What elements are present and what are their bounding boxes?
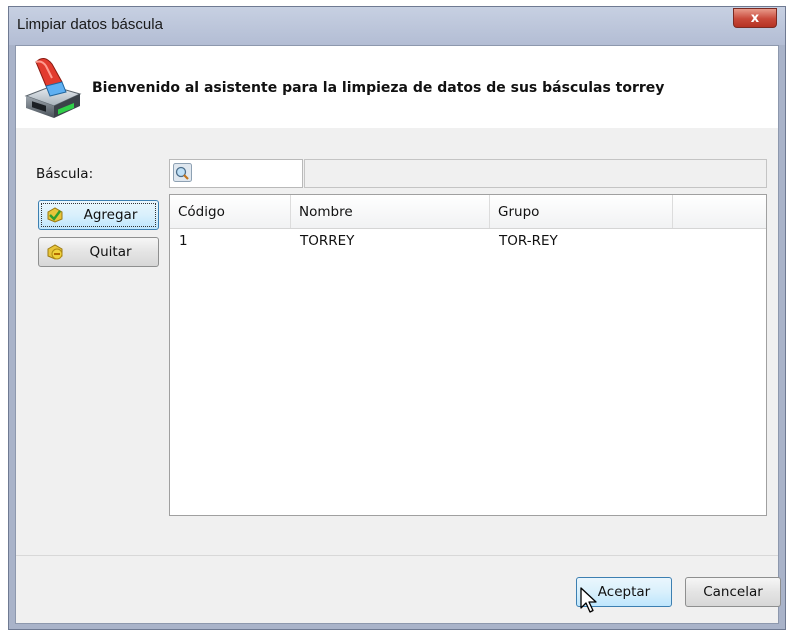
dialog-body: Bienvenido al asistente para la limpieza… [15, 45, 781, 624]
table-header: Código Nombre Grupo [170, 195, 766, 229]
cell-grupo: TOR-REY [499, 233, 558, 249]
quitar-button[interactable]: Quitar [38, 237, 159, 267]
scale-cleaning-icon [24, 58, 82, 118]
add-icon [47, 207, 63, 223]
quitar-label: Quitar [89, 244, 132, 260]
bascula-description-field [304, 159, 767, 188]
footer-divider [16, 555, 778, 556]
agregar-button[interactable]: Agregar [38, 200, 159, 230]
wizard-header: Bienvenido al asistente para la limpieza… [16, 46, 778, 128]
window-title: Limpiar datos báscula [17, 16, 163, 33]
wizard-welcome-text: Bienvenido al asistente para la limpieza… [92, 80, 665, 96]
search-icon [173, 163, 192, 182]
close-icon: x [750, 10, 760, 26]
cell-codigo: 1 [179, 233, 188, 249]
column-header-nombre[interactable]: Nombre [291, 195, 490, 228]
bascula-label: Báscula: [36, 166, 94, 182]
bascula-picker[interactable] [169, 159, 303, 188]
title-bar[interactable]: Limpiar datos báscula x [9, 7, 785, 45]
cell-nombre: TORREY [300, 233, 355, 249]
agregar-label: Agregar [83, 207, 138, 223]
mouse-pointer-icon [580, 587, 597, 613]
column-header-grupo[interactable]: Grupo [490, 195, 673, 228]
cancelar-button[interactable]: Cancelar [685, 577, 781, 607]
dialog-window: Limpiar datos báscula x Bienvenido al as… [8, 6, 786, 630]
remove-icon [47, 244, 63, 260]
close-button[interactable]: x [733, 8, 777, 28]
cancelar-label: Cancelar [703, 584, 763, 600]
column-header-codigo[interactable]: Código [170, 195, 291, 228]
column-header-filler [673, 195, 766, 228]
basculas-table[interactable]: Código Nombre Grupo 1 TORREY TOR-REY [169, 194, 767, 516]
table-row[interactable]: 1 TORREY TOR-REY [170, 229, 766, 255]
